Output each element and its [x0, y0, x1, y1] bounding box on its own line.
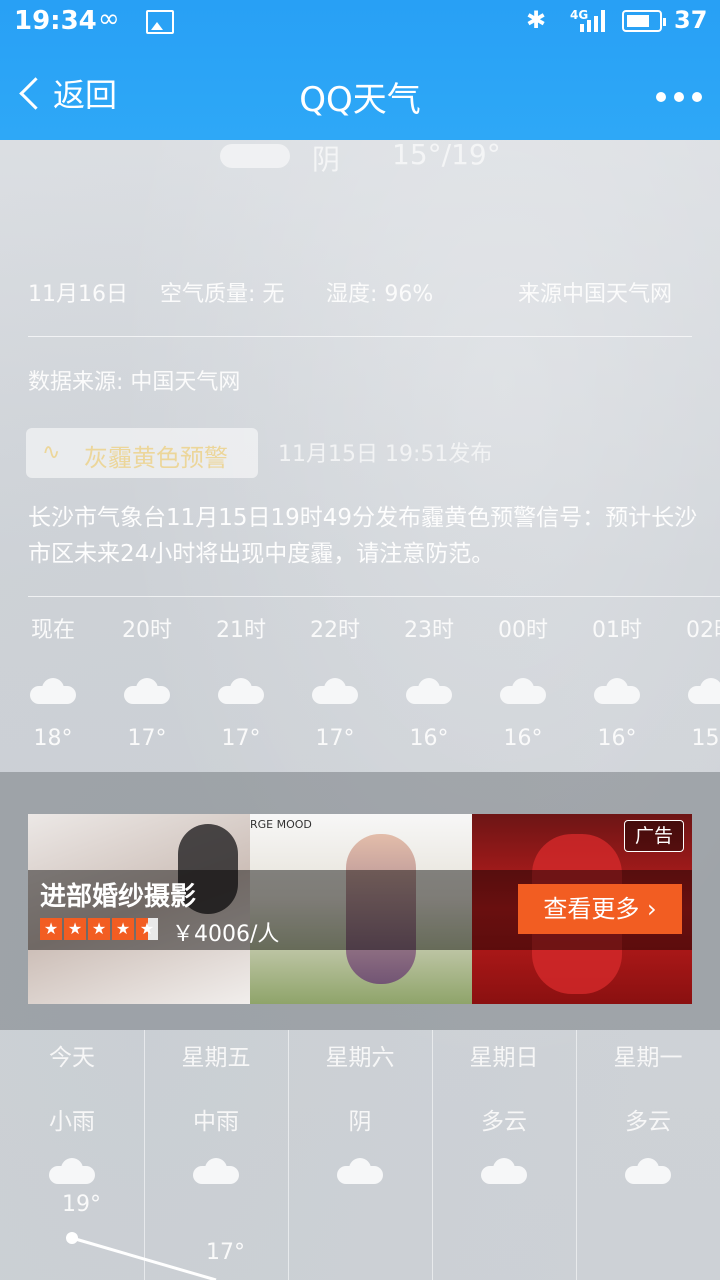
top-bar: 19:34 ∞ ✱ 4G 37 返回 QQ天气: [0, 0, 720, 140]
day-name: 星期日: [469, 1045, 539, 1071]
star-icon: ★: [40, 918, 62, 940]
ad-price: ￥4006/人: [172, 922, 280, 947]
battery-icon: [622, 10, 666, 32]
hour-item: 02时 15°: [676, 600, 720, 751]
star-icon: ★: [64, 918, 86, 940]
day-high-temp: 17°: [206, 1240, 245, 1265]
hour-label: 01时: [592, 618, 642, 643]
ad-photo-caption: RGE MOOD: [250, 818, 312, 831]
status-bar: 19:34 ∞ ✱ 4G 37: [0, 0, 720, 46]
hour-label: 22时: [310, 618, 360, 643]
star-icon: ★: [88, 918, 110, 940]
day-name: 今天: [49, 1045, 95, 1071]
back-button[interactable]: 返回: [14, 68, 117, 118]
warning-badge-label: 灰霾黄色预警: [84, 444, 228, 472]
infinity-icon: ∞: [98, 4, 120, 34]
day-name: 星期五: [181, 1045, 251, 1071]
cloud-rain-icon: [193, 1158, 239, 1184]
divider: [28, 596, 720, 597]
hour-label: 23时: [404, 618, 454, 643]
nav-bar: 返回 QQ天气: [0, 46, 720, 140]
cloud-icon: [406, 678, 452, 704]
ad-band: RGE MOOD 进部婚纱摄影 ★ ★ ★ ★ ★ ￥4006/人 查看更多 ›…: [0, 772, 720, 1030]
half-star-icon: ★: [136, 918, 158, 940]
day-column[interactable]: 星期六 阴: [288, 1030, 433, 1280]
hour-temp: 15°: [691, 726, 720, 751]
hour-item: 01时 16°: [582, 600, 652, 751]
hour-label: 现在: [30, 618, 75, 643]
hour-label: 21时: [216, 618, 266, 643]
day-condition: 中雨: [193, 1109, 239, 1135]
day-column[interactable]: 星期一 多云: [576, 1030, 720, 1280]
ad-label: 广告: [624, 820, 684, 852]
day-condition: 阴: [348, 1109, 372, 1135]
view-more-button[interactable]: 查看更多 ›: [518, 884, 682, 934]
cloud-icon: [337, 1158, 383, 1184]
cloud-icon: [218, 678, 264, 704]
signal-icon: [580, 10, 610, 32]
status-time: 19:34: [14, 6, 97, 36]
data-source: 数据来源: 中国天气网: [28, 370, 241, 395]
warning-time: 11月15日 19:51发布: [278, 442, 493, 467]
daily-forecast[interactable]: 今天 小雨 星期五 中雨 星期六 阴 星期日 多云 星期一 多云 19° 17°: [0, 1030, 720, 1280]
hour-temp: 16°: [409, 726, 449, 751]
hour-item: 23时 16°: [394, 600, 464, 751]
hour-item: 00时 16°: [488, 600, 558, 751]
hourly-forecast[interactable]: 现在 18° 20时 17° 21时 17° 22时 17° 23时 16° 0…: [0, 600, 720, 770]
current-temp-range: 15°/19°: [392, 138, 501, 171]
cloud-icon: [30, 678, 76, 704]
ad-banner[interactable]: RGE MOOD 进部婚纱摄影 ★ ★ ★ ★ ★ ￥4006/人 查看更多 ›…: [28, 814, 692, 1004]
cloud-icon: [625, 1158, 671, 1184]
hour-label: 20时: [122, 618, 172, 643]
day-column[interactable]: 星期日 多云: [432, 1030, 577, 1280]
back-label: 返回: [53, 76, 118, 114]
day-condition: 多云: [625, 1109, 671, 1135]
warning-text: 长沙市气象台11月15日19时49分发布霾黄色预警信号：预计长沙市区未来24小时…: [28, 505, 698, 567]
bluetooth-icon: ✱: [526, 6, 547, 34]
cloud-rain-icon: [49, 1158, 95, 1184]
cloud-icon: [124, 678, 170, 704]
cloud-icon: [312, 678, 358, 704]
hour-label: 00时: [498, 618, 548, 643]
hour-item: 21时 17°: [206, 600, 276, 751]
star-icon: ★: [112, 918, 134, 940]
battery-level: 37: [674, 6, 708, 34]
cloud-icon: [594, 678, 640, 704]
chevron-left-icon: [19, 76, 52, 110]
ad-rating: ★ ★ ★ ★ ★: [40, 918, 160, 942]
humidity: 湿度: 96%: [326, 282, 434, 307]
current-condition: 阴: [312, 143, 341, 176]
source-label: 来源中国天气网: [518, 282, 673, 307]
hour-item: 现在 18°: [18, 600, 88, 751]
haze-icon: ∿: [42, 440, 61, 465]
air-quality: 空气质量: 无: [160, 282, 285, 307]
cloud-icon: [481, 1158, 527, 1184]
day-name: 星期一: [613, 1045, 683, 1071]
day-condition: 多云: [481, 1109, 527, 1135]
cloud-icon: [500, 678, 546, 704]
more-dots-icon[interactable]: [656, 92, 702, 104]
day-name: 星期六: [325, 1045, 395, 1071]
hour-temp: 17°: [221, 726, 261, 751]
hour-item: 22时 17°: [300, 600, 370, 751]
divider: [28, 336, 692, 337]
cloud-icon: [220, 144, 290, 168]
hour-temp: 17°: [127, 726, 167, 751]
hour-label: 02时: [686, 618, 720, 643]
day-high-temp: 19°: [62, 1192, 101, 1217]
date-label: 11月16日: [28, 282, 128, 307]
cloud-icon: [688, 678, 720, 704]
hour-temp: 16°: [597, 726, 637, 751]
hour-temp: 17°: [315, 726, 355, 751]
ad-business-name: 进部婚纱摄影: [40, 882, 197, 912]
hour-temp: 16°: [503, 726, 543, 751]
day-column[interactable]: 今天 小雨: [0, 1030, 145, 1280]
hour-temp: 18°: [33, 726, 73, 751]
warning-badge[interactable]: ∿ 灰霾黄色预警: [26, 428, 258, 478]
current-weather: 阴 15°/19°: [220, 138, 680, 176]
image-notification-icon: [146, 10, 174, 34]
hour-item: 20时 17°: [112, 600, 182, 751]
day-condition: 小雨: [49, 1109, 95, 1135]
